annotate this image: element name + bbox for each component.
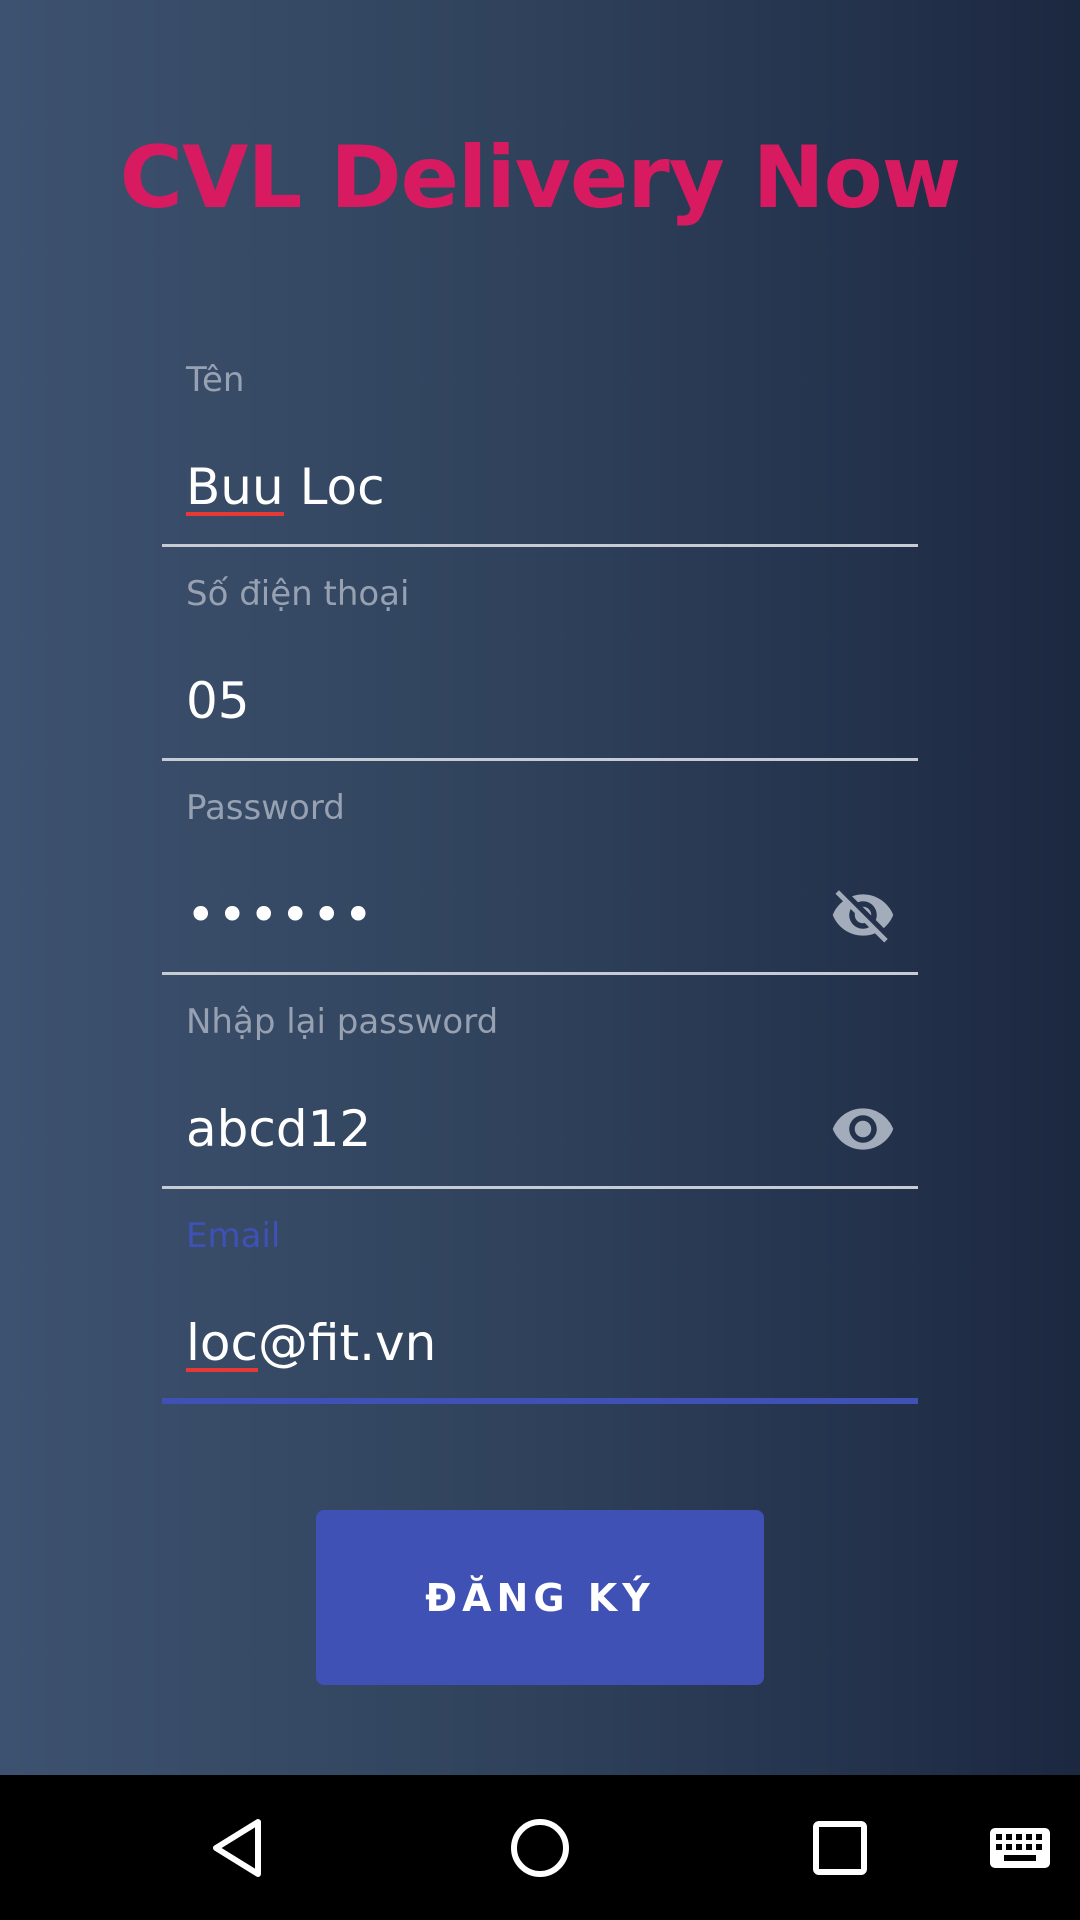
email-underline — [162, 1398, 918, 1404]
screen: CVL Delivery Now Tên Buu Loc Số điện tho… — [0, 0, 1080, 1920]
name-label: Tên — [186, 360, 245, 400]
name-input-rest: Loc — [283, 458, 385, 516]
email-field[interactable]: Email loc@fit.vn — [162, 1216, 918, 1430]
spellcheck-word: Buu — [186, 452, 284, 522]
password-label: Password — [186, 788, 345, 828]
back-icon[interactable] — [170, 1775, 310, 1920]
password-field[interactable]: Password •••••• — [162, 788, 918, 1002]
home-icon[interactable] — [470, 1775, 610, 1920]
keyboard-icon[interactable] — [950, 1775, 1080, 1920]
confirm-password-label: Nhập lại password — [186, 1002, 499, 1042]
name-field[interactable]: Tên Buu Loc — [162, 360, 918, 574]
spellcheck-word: loc — [186, 1308, 258, 1378]
registration-screen: CVL Delivery Now Tên Buu Loc Số điện tho… — [0, 0, 1080, 1775]
password-input[interactable]: •••••• — [186, 880, 826, 950]
name-input[interactable]: Buu Loc — [186, 452, 826, 522]
password-underline — [162, 972, 918, 975]
email-input[interactable]: loc@fit.vn — [186, 1308, 826, 1378]
email-label: Email — [186, 1216, 281, 1256]
phone-underline — [162, 758, 918, 761]
system-navigation-bar — [0, 1775, 1080, 1920]
phone-input[interactable]: 05 — [186, 666, 826, 736]
register-button[interactable]: ĐĂNG KÝ — [316, 1510, 764, 1685]
recents-icon[interactable] — [770, 1775, 910, 1920]
name-underline — [162, 544, 918, 547]
confirm-password-underline — [162, 1186, 918, 1189]
phone-label: Số điện thoại — [186, 574, 410, 614]
email-input-rest: @fit.vn — [257, 1314, 437, 1372]
visibility-icon[interactable] — [828, 1096, 898, 1162]
app-title: CVL Delivery Now — [119, 128, 961, 228]
confirm-password-input[interactable]: abcd12 — [186, 1094, 826, 1164]
phone-field[interactable]: Số điện thoại 05 — [162, 574, 918, 788]
visibility-off-icon[interactable] — [828, 882, 898, 948]
confirm-password-field[interactable]: Nhập lại password abcd12 — [162, 1002, 918, 1216]
